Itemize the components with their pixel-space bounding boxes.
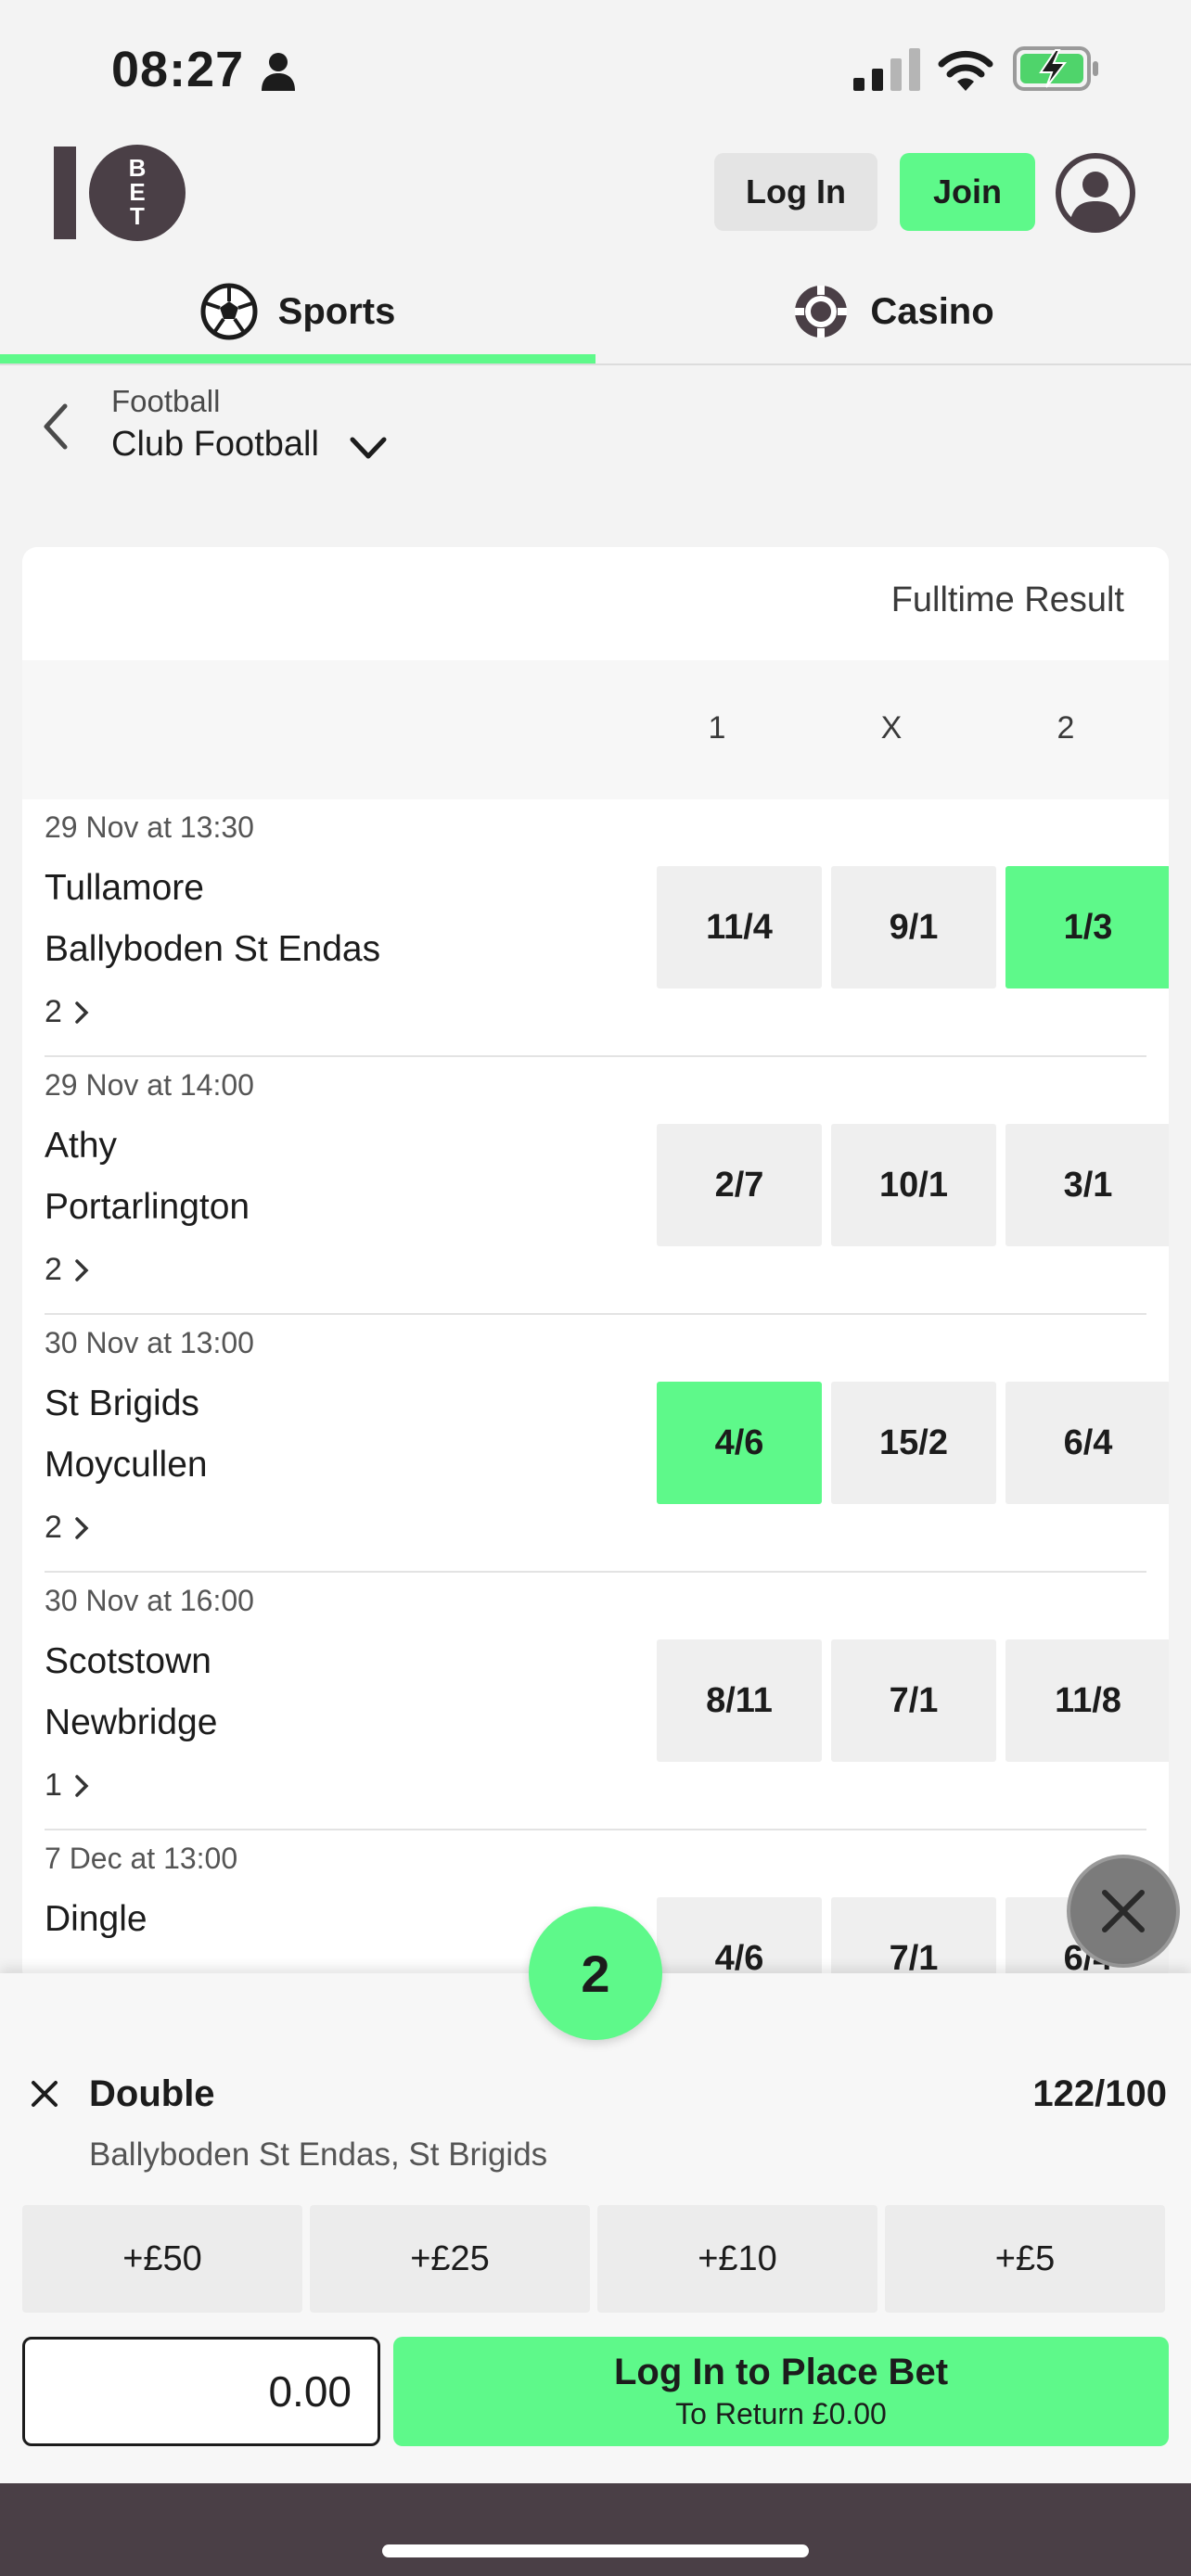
chevron-down-icon[interactable] xyxy=(347,432,390,464)
close-icon xyxy=(1102,1890,1145,1932)
chevron-right-icon xyxy=(75,1516,89,1539)
markets-count-value: 2 xyxy=(45,994,62,1029)
brand-logo[interactable]: B E T xyxy=(54,143,187,243)
login-button[interactable]: Log In xyxy=(714,153,877,231)
breadcrumb: Football Club Football xyxy=(0,380,1191,473)
status-bar: 08:27 xyxy=(0,0,1191,139)
tab-casino-label: Casino xyxy=(870,290,994,332)
more-markets-link[interactable]: 2 xyxy=(45,1252,90,1288)
market-title: Fulltime Result xyxy=(890,580,1124,619)
home-indicator[interactable] xyxy=(382,2544,809,2557)
odds-button-home[interactable]: 4/6 xyxy=(657,1382,822,1504)
more-markets-link[interactable]: 2 xyxy=(45,994,90,1030)
breadcrumb-current[interactable]: Club Football xyxy=(111,425,319,465)
back-chevron-icon[interactable] xyxy=(37,399,74,454)
person-icon xyxy=(262,53,295,91)
home-team[interactable]: Dingle xyxy=(45,1899,147,1940)
event-row: 29 Nov at 13:30 Tullamore Ballyboden St En… xyxy=(45,799,1169,1057)
event-row: 29 Nov at 14:00 Athy Portarlington 2 2/7 10/1… xyxy=(45,1057,1169,1315)
quick-stake-50-button[interactable]: +£50 xyxy=(22,2205,302,2313)
quick-stake-10-button[interactable]: +£10 xyxy=(597,2205,877,2313)
event-row: 30 Nov at 13:00 St Brigids Moycullen 2 4/6 15… xyxy=(45,1315,1169,1573)
home-team[interactable]: St Brigids xyxy=(45,1384,199,1424)
main-tabs: Sports Casino xyxy=(0,260,1191,365)
markets-count-value: 2 xyxy=(45,1252,62,1287)
odds-button-draw[interactable]: 7/1 xyxy=(831,1639,996,1762)
betslip-panel: Double 122/100 Ballyboden St Endas, St B… xyxy=(0,1973,1191,2483)
signal-icon xyxy=(853,48,920,91)
home-indicator-area xyxy=(0,2483,1191,2576)
odds-button-draw[interactable]: 10/1 xyxy=(831,1124,996,1246)
market-column-header: 1 X 2 xyxy=(22,660,1169,799)
markets-count-value: 1 xyxy=(45,1767,62,1803)
svg-text:T: T xyxy=(130,202,145,230)
away-team[interactable]: Moycullen xyxy=(45,1445,208,1486)
app-header: B E T Log In Join xyxy=(0,139,1191,246)
odds-button-home[interactable]: 11/4 xyxy=(657,866,822,988)
odds-button-away[interactable]: 3/1 xyxy=(1005,1124,1169,1246)
soccer-ball-icon xyxy=(200,283,258,340)
quick-stake-5-button[interactable]: +£5 xyxy=(885,2205,1165,2313)
betslip-count-badge[interactable]: 2 xyxy=(529,1906,662,2040)
stake-input[interactable] xyxy=(22,2337,380,2446)
column-label-draw: X xyxy=(880,710,903,746)
market-card: Fulltime Result 1 X 2 29 Nov at 13:30 Tul… xyxy=(22,547,1169,1984)
tab-sports[interactable]: Sports xyxy=(0,260,596,363)
potential-return: To Return £0.00 xyxy=(675,2397,887,2430)
event-time: 29 Nov at 13:30 xyxy=(45,810,254,844)
odds-button-draw[interactable]: 15/2 xyxy=(831,1382,996,1504)
event-time: 30 Nov at 16:00 xyxy=(45,1584,254,1617)
bet-selections: Ballyboden St Endas, St Brigids xyxy=(89,2136,548,2173)
join-button[interactable]: Join xyxy=(900,153,1035,231)
chevron-right-icon xyxy=(75,1258,89,1282)
casino-chip-icon xyxy=(795,286,848,338)
wifi-icon xyxy=(938,50,993,91)
home-team[interactable]: Athy xyxy=(45,1126,117,1167)
bet-type: Double xyxy=(89,2073,215,2114)
home-team[interactable]: Scotstown xyxy=(45,1641,211,1682)
away-team[interactable]: Newbridge xyxy=(45,1702,217,1743)
battery-charging-icon xyxy=(1013,46,1098,91)
event-time: 7 Dec at 13:00 xyxy=(45,1842,238,1875)
remove-selection-icon[interactable] xyxy=(28,2077,61,2111)
odds-button-home[interactable]: 8/11 xyxy=(657,1639,822,1762)
odds-button-draw[interactable]: 9/1 xyxy=(831,866,996,988)
place-bet-button[interactable]: Log In to Place Bet To Return £0.00 xyxy=(393,2337,1169,2446)
odds-button-away[interactable]: 1/3 xyxy=(1005,866,1169,988)
away-team[interactable]: Ballyboden St Endas xyxy=(45,929,380,970)
quick-stake-25-button[interactable]: +£25 xyxy=(310,2205,590,2313)
column-label-home: 1 xyxy=(708,710,726,746)
status-time: 08:27 xyxy=(111,42,245,97)
chevron-right-icon xyxy=(75,1774,89,1797)
odds-button-away[interactable]: 6/4 xyxy=(1005,1382,1169,1504)
close-betslip-button[interactable] xyxy=(1067,1855,1180,1968)
more-markets-link[interactable]: 2 xyxy=(45,1510,90,1546)
tab-casino[interactable]: Casino xyxy=(596,260,1191,363)
odds-button-home[interactable]: 2/7 xyxy=(657,1124,822,1246)
home-team[interactable]: Tullamore xyxy=(45,868,204,909)
active-tab-indicator xyxy=(0,354,596,363)
event-row: 30 Nov at 16:00 Scotstown Newbridge 1 8/11 7/… xyxy=(45,1573,1169,1830)
odds-button-home[interactable]: 4/6 xyxy=(657,1897,822,1984)
chevron-right-icon xyxy=(75,1001,89,1024)
odds-button-away[interactable]: 11/8 xyxy=(1005,1639,1169,1762)
odds-button-draw[interactable]: 7/1 xyxy=(831,1897,996,1984)
account-avatar-icon[interactable] xyxy=(1056,153,1135,233)
away-team[interactable]: Portarlington xyxy=(45,1187,250,1228)
tab-sports-label: Sports xyxy=(277,290,396,332)
markets-count-value: 2 xyxy=(45,1510,62,1545)
more-markets-link[interactable]: 1 xyxy=(45,1767,90,1804)
event-time: 30 Nov at 13:00 xyxy=(45,1326,254,1359)
bet-odds: 122/100 xyxy=(1032,2073,1167,2114)
breadcrumb-parent[interactable]: Football xyxy=(111,384,220,419)
column-label-away: 2 xyxy=(1057,710,1075,746)
event-time: 29 Nov at 14:00 xyxy=(45,1068,254,1102)
place-bet-label: Log In to Place Bet xyxy=(613,2352,949,2392)
